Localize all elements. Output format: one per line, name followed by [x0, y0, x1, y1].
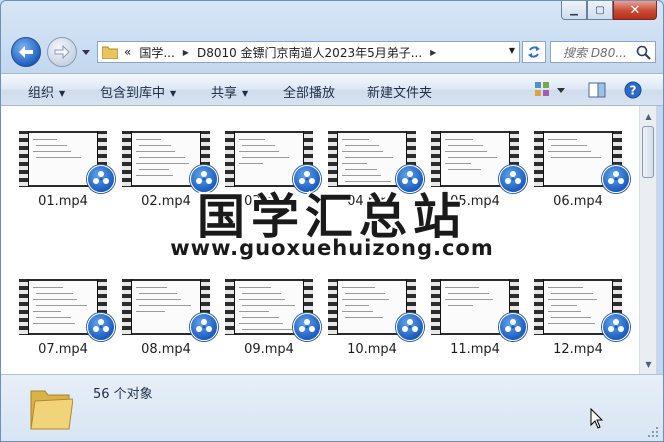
media-player-icon: [87, 165, 115, 193]
file-item[interactable]: 02.mp4: [116, 131, 218, 227]
breadcrumb-chevron-icon[interactable]: ▶: [183, 48, 189, 57]
forward-button[interactable]: [47, 37, 77, 67]
file-item[interactable]: 05.mp4: [425, 131, 527, 227]
breadcrumb-item-current[interactable]: D8010 金镖门京南道人2023年5月弟子...: [197, 44, 422, 61]
search-icon[interactable]: [636, 45, 651, 60]
file-item[interactable]: 11.mp4: [425, 279, 527, 375]
arrow-right-icon: [54, 45, 70, 59]
minimize-icon: ▁: [570, 4, 578, 16]
media-player-icon: [396, 165, 424, 193]
file-item[interactable]: 10.mp4: [322, 279, 424, 375]
chevron-down-icon: ▼: [170, 89, 177, 98]
close-icon: ✕: [629, 2, 641, 18]
media-player-icon: [602, 313, 630, 341]
close-button[interactable]: ✕: [613, 1, 657, 20]
preview-pane-icon[interactable]: [587, 79, 607, 101]
file-name: 06.mp4: [553, 194, 603, 209]
breadcrumb-chevron-icon[interactable]: ▶: [430, 48, 436, 57]
caption-buttons: ▁ ▢ ✕: [561, 1, 657, 21]
resize-grip-icon[interactable]: [647, 426, 659, 438]
include-in-library-label: 包含到库中: [100, 86, 166, 101]
maximize-button[interactable]: ▢: [587, 1, 613, 20]
media-player-icon: [499, 165, 527, 193]
mouse-cursor-icon: [590, 408, 604, 429]
file-item[interactable]: 04.mp4: [322, 131, 424, 227]
file-name: 09.mp4: [244, 342, 294, 357]
file-name: 03.mp4: [244, 194, 294, 209]
explorer-window: ▁ ▢ ✕ « 国学... ▶ D8010 金镖门京南道人2023年5月弟子..…: [0, 0, 664, 442]
refresh-icon: [528, 46, 540, 58]
file-item[interactable]: 12.mp4: [528, 279, 630, 375]
file-item[interactable]: 07.mp4: [13, 279, 115, 375]
scroll-down-button[interactable]: ▼: [641, 356, 656, 372]
scroll-up-button[interactable]: ▲: [641, 108, 656, 124]
arrow-left-icon: [19, 46, 33, 58]
play-all-label: 全部播放: [283, 86, 336, 101]
vertical-scrollbar[interactable]: ▲ ▼: [639, 106, 656, 374]
share-label: 共享: [211, 86, 238, 101]
file-item[interactable]: 08.mp4: [116, 279, 218, 375]
media-player-icon: [190, 313, 218, 341]
media-player-icon: [602, 165, 630, 193]
file-name: 01.mp4: [38, 194, 88, 209]
breadcrumb: « 国学... ▶ D8010 金镖门京南道人2023年5月弟子... ▶: [124, 44, 444, 61]
svg-text:?: ?: [630, 84, 637, 98]
recent-pages-dropdown[interactable]: [81, 47, 91, 57]
file-name: 05.mp4: [450, 194, 500, 209]
file-item[interactable]: 06.mp4: [528, 131, 630, 227]
back-button[interactable]: [11, 37, 41, 67]
address-bar[interactable]: « 国学... ▶ D8010 金镖门京南道人2023年5月弟子... ▶ ▼: [97, 41, 520, 63]
details-pane: 56 个对象: [1, 374, 663, 441]
help-icon[interactable]: ?: [623, 79, 643, 101]
search-box[interactable]: 搜索 D80...: [550, 41, 656, 63]
address-dropdown-button[interactable]: ▼: [509, 46, 515, 55]
chevron-down-icon: ▼: [242, 89, 249, 98]
folder-icon: [30, 390, 73, 430]
file-name: 04.mp4: [347, 194, 397, 209]
media-player-icon: [190, 165, 218, 193]
file-name: 02.mp4: [141, 194, 191, 209]
organize-button[interactable]: 组织 ▼: [28, 82, 65, 101]
file-item[interactable]: 01.mp4: [13, 131, 115, 227]
command-bar: 组织 ▼ 包含到库中 ▼ 共享 ▼ 全部播放 新建文件夹 ?: [1, 73, 663, 106]
include-in-library-button[interactable]: 包含到库中 ▼: [100, 82, 176, 101]
file-item[interactable]: 09.mp4: [219, 279, 321, 375]
search-input[interactable]: 搜索 D80...: [563, 44, 633, 61]
media-player-icon: [293, 313, 321, 341]
file-name: 11.mp4: [450, 342, 500, 357]
organize-label: 组织: [28, 86, 55, 101]
view-options-icon[interactable]: [533, 79, 567, 101]
media-player-icon: [293, 165, 321, 193]
chevron-down-icon: [82, 49, 90, 55]
media-player-icon: [499, 313, 527, 341]
file-name: 10.mp4: [347, 342, 397, 357]
navigation-bar: « 国学... ▶ D8010 金镖门京南道人2023年5月弟子... ▶ ▼ …: [1, 31, 663, 71]
refresh-button[interactable]: [522, 41, 546, 63]
new-folder-button[interactable]: 新建文件夹: [367, 82, 432, 101]
folder-icon: [102, 46, 118, 59]
chevron-down-icon: ▼: [59, 89, 66, 98]
item-count: 56 个对象: [93, 387, 153, 402]
media-player-icon: [396, 313, 424, 341]
minimize-button[interactable]: ▁: [561, 1, 587, 20]
file-name: 08.mp4: [141, 342, 191, 357]
share-button[interactable]: 共享 ▼: [211, 82, 248, 101]
breadcrumb-overflow[interactable]: «: [124, 45, 131, 59]
scrollbar-thumb[interactable]: [642, 126, 654, 178]
new-folder-label: 新建文件夹: [367, 86, 433, 101]
maximize-icon: ▢: [595, 4, 605, 16]
file-name: 07.mp4: [38, 342, 88, 357]
play-all-button[interactable]: 全部播放: [283, 82, 335, 101]
file-name: 12.mp4: [553, 342, 603, 357]
file-list-view[interactable]: 01.mp4 02.mp4 03.mp4 04.mp4 05.mp4 06.mp4 07.m…: [1, 106, 639, 374]
media-player-icon: [87, 313, 115, 341]
breadcrumb-item-guoxue[interactable]: 国学...: [139, 44, 174, 61]
file-item[interactable]: 03.mp4: [219, 131, 321, 227]
